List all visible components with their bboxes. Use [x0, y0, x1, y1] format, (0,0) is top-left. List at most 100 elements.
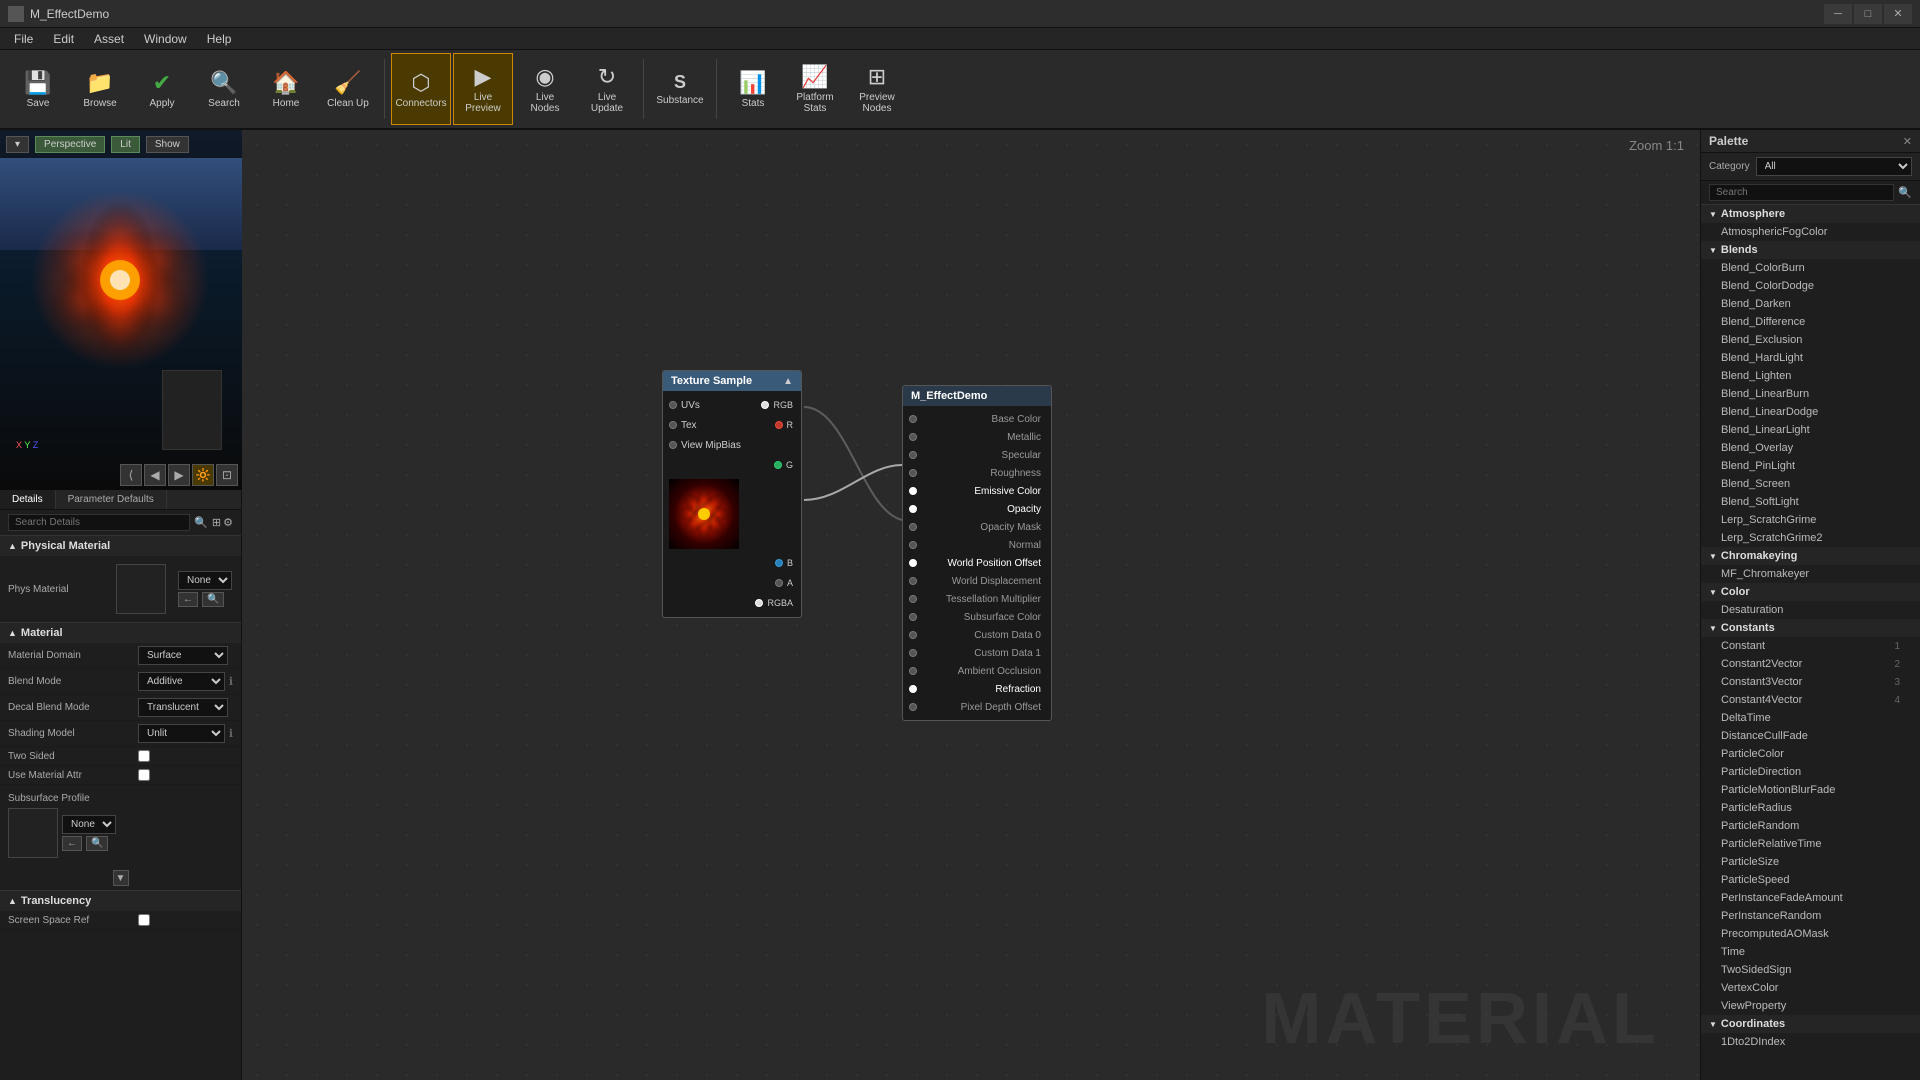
tab-details[interactable]: Details [0, 490, 56, 509]
tab-parameter-defaults[interactable]: Parameter Defaults [56, 490, 167, 509]
palette-item-particlecolor[interactable]: ParticleColor [1701, 745, 1920, 763]
pin-r-out[interactable] [775, 421, 783, 429]
palette-item-particlerandom[interactable]: ParticleRandom [1701, 817, 1920, 835]
palette-item-particlespeed[interactable]: ParticleSpeed [1701, 871, 1920, 889]
vp-ctrl-2[interactable]: ◀ [144, 464, 166, 486]
menu-edit[interactable]: Edit [43, 30, 84, 48]
pin-custom-0[interactable] [909, 631, 917, 639]
subsurface-arrow-btn[interactable]: ← [62, 836, 82, 851]
pin-mipbias-in[interactable] [669, 441, 677, 449]
decal-blend-dropdown[interactable]: Translucent [138, 698, 228, 717]
perspective-mode-button[interactable]: ▾ [6, 136, 29, 153]
palette-item-blend-difference[interactable]: Blend_Difference [1701, 313, 1920, 331]
pin-metallic[interactable] [909, 433, 917, 441]
platform-stats-button[interactable]: 📈 Platform Stats [785, 53, 845, 125]
prop-view-btn[interactable]: ⊞ [212, 516, 221, 529]
preview-nodes-button[interactable]: ⊞ Preview Nodes [847, 53, 907, 125]
stats-button[interactable]: 📊 Stats [723, 53, 783, 125]
texture-sample-node[interactable]: Texture Sample ▲ UVs RGB Tex R [662, 370, 802, 618]
pin-subsurface[interactable] [909, 613, 917, 621]
palette-item-blend-hardlight[interactable]: Blend_HardLight [1701, 349, 1920, 367]
category-chromakeying[interactable]: ▼ Chromakeying [1701, 547, 1920, 565]
show-button[interactable]: Show [146, 136, 189, 153]
texture-sample-collapse[interactable]: ▲ [783, 376, 793, 387]
lit-button[interactable]: Lit [111, 136, 140, 153]
palette-item-lerp-scratchgrime[interactable]: Lerp_ScratchGrime [1701, 511, 1920, 529]
node-editor[interactable]: Zoom 1:1 Texture Sample ▲ UVs RGB Tex R [242, 130, 1700, 1080]
pin-ao[interactable] [909, 667, 917, 675]
vp-ctrl-1[interactable]: ⟨ [120, 464, 142, 486]
menu-help[interactable]: Help [197, 30, 242, 48]
pin-tessellation[interactable] [909, 595, 917, 603]
pin-roughness[interactable] [909, 469, 917, 477]
section-physical-material[interactable]: ▲ Physical Material [0, 535, 241, 556]
pin-a-out[interactable] [775, 579, 783, 587]
phys-mat-dropdown[interactable]: None [178, 571, 232, 590]
palette-item-blend-lineardodge[interactable]: Blend_LinearDodge [1701, 403, 1920, 421]
palette-category-select[interactable]: All [1756, 157, 1912, 176]
subsurface-dropdown[interactable]: None [62, 815, 116, 834]
palette-search-icon[interactable]: 🔍 [1898, 186, 1912, 199]
pin-rgb-out[interactable] [761, 401, 769, 409]
palette-item-blend-overlay[interactable]: Blend_Overlay [1701, 439, 1920, 457]
palette-item-constant4vec[interactable]: Constant4Vector4 [1701, 691, 1920, 709]
palette-item-blend-colordodge[interactable]: Blend_ColorDodge [1701, 277, 1920, 295]
pin-world-pos[interactable] [909, 559, 917, 567]
blend-mode-dropdown[interactable]: Additive [138, 672, 225, 691]
palette-item-precomputedaomask[interactable]: PrecomputedAOMask [1701, 925, 1920, 943]
pin-custom-1[interactable] [909, 649, 917, 657]
palette-item-blend-lighten[interactable]: Blend_Lighten [1701, 367, 1920, 385]
pin-rgba-out[interactable] [755, 599, 763, 607]
palette-item-constant3vec[interactable]: Constant3Vector3 [1701, 673, 1920, 691]
live-update-button[interactable]: ↻ Live Update [577, 53, 637, 125]
palette-item-particlemotionblurfade[interactable]: ParticleMotionBlurFade [1701, 781, 1920, 799]
live-preview-button[interactable]: ▶ Live Preview [453, 53, 513, 125]
palette-item-perinstancefadeamount[interactable]: PerInstanceFadeAmount [1701, 889, 1920, 907]
palette-item-particledirection[interactable]: ParticleDirection [1701, 763, 1920, 781]
substance-button[interactable]: S Substance [650, 53, 710, 125]
subsurface-search-btn[interactable]: 🔍 [86, 836, 108, 851]
pin-specular[interactable] [909, 451, 917, 459]
output-node[interactable]: M_EffectDemo Base Color Metallic Specula… [902, 385, 1052, 721]
connectors-button[interactable]: ⬡ Connectors [391, 53, 451, 125]
pin-uvs-in[interactable] [669, 401, 677, 409]
pin-base-color[interactable] [909, 415, 917, 423]
scroll-down-btn[interactable]: ▼ [113, 870, 129, 886]
prop-options-btn[interactable]: ⚙ [223, 516, 233, 529]
browse-button[interactable]: 📁 Browse [70, 53, 130, 125]
close-button[interactable]: ✕ [1884, 4, 1912, 24]
palette-item-blend-linearburn[interactable]: Blend_LinearBurn [1701, 385, 1920, 403]
palette-item-particlesize[interactable]: ParticleSize [1701, 853, 1920, 871]
search-button[interactable]: 🔍 Search [194, 53, 254, 125]
palette-item-blend-screen[interactable]: Blend_Screen [1701, 475, 1920, 493]
pin-normal[interactable] [909, 541, 917, 549]
palette-item-particlerelativetime[interactable]: ParticleRelativeTime [1701, 835, 1920, 853]
palette-item-blend-colorburn[interactable]: Blend_ColorBurn [1701, 259, 1920, 277]
pin-opacity[interactable] [909, 505, 917, 513]
save-button[interactable]: 💾 Save [8, 53, 68, 125]
clean-button[interactable]: 🧹 Clean Up [318, 53, 378, 125]
category-constants[interactable]: ▼ Constants [1701, 619, 1920, 637]
screen-space-checkbox[interactable] [138, 914, 150, 926]
palette-item-viewproperty[interactable]: ViewProperty [1701, 997, 1920, 1015]
prop-search-input[interactable] [8, 514, 190, 531]
menu-file[interactable]: File [4, 30, 43, 48]
phys-mat-search-btn[interactable]: 🔍 [202, 592, 224, 607]
menu-asset[interactable]: Asset [84, 30, 134, 48]
palette-item-blend-darken[interactable]: Blend_Darken [1701, 295, 1920, 313]
material-domain-dropdown[interactable]: Surface [138, 646, 228, 665]
palette-item-deltatime[interactable]: DeltaTime [1701, 709, 1920, 727]
palette-item-desaturation[interactable]: Desaturation [1701, 601, 1920, 619]
palette-item-twosidedsign[interactable]: TwoSidedSign [1701, 961, 1920, 979]
palette-item-constant2vec[interactable]: Constant2Vector2 [1701, 655, 1920, 673]
palette-item-constant[interactable]: Constant1 [1701, 637, 1920, 655]
palette-item-blend-softlight[interactable]: Blend_SoftLight [1701, 493, 1920, 511]
pin-tex-in[interactable] [669, 421, 677, 429]
phys-mat-arrow-btn[interactable]: ← [178, 592, 198, 607]
shading-model-dropdown[interactable]: Unlit [138, 724, 225, 743]
pin-opacity-mask[interactable] [909, 523, 917, 531]
live-nodes-button[interactable]: ◉ Live Nodes [515, 53, 575, 125]
two-sided-checkbox[interactable] [138, 750, 150, 762]
palette-item-distancecullfade[interactable]: DistanceCullFade [1701, 727, 1920, 745]
palette-item-blend-pinlight[interactable]: Blend_PinLight [1701, 457, 1920, 475]
